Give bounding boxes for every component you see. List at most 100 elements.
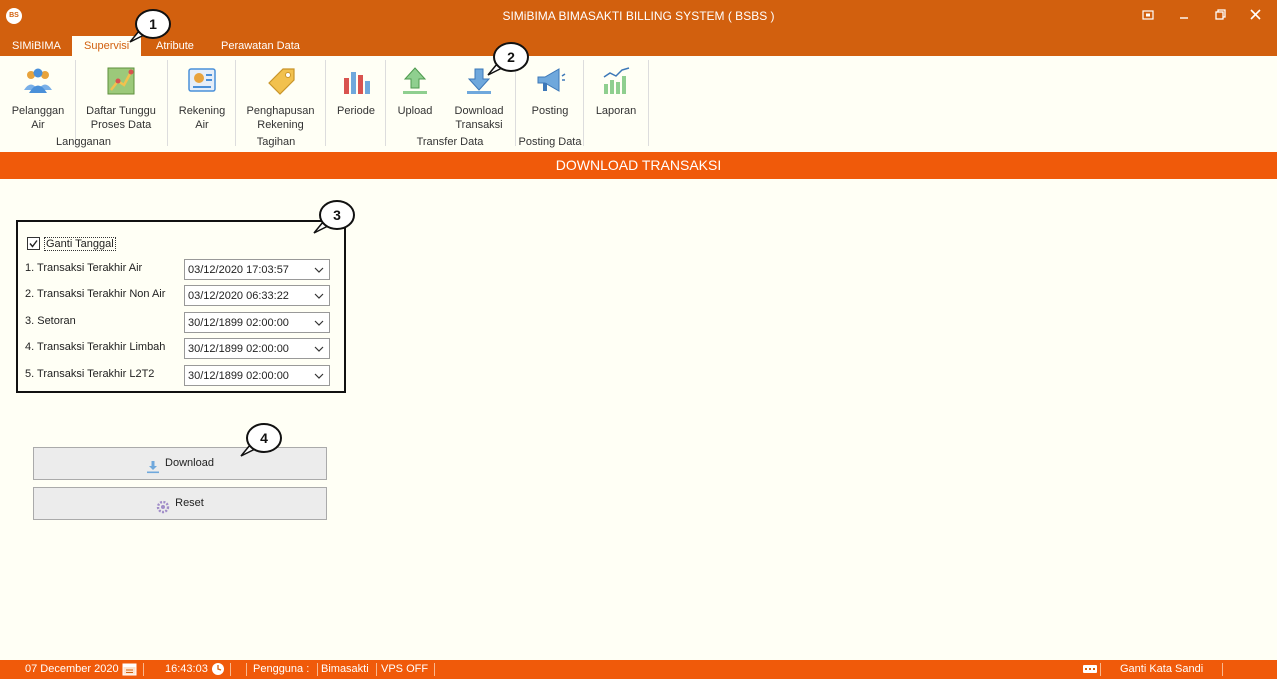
ribbon-periode-button[interactable]: Periode	[333, 64, 379, 118]
form-row-label: 1. Transaksi Terakhir Air	[25, 262, 143, 274]
form-row-label: 4. Transaksi Terakhir Limbah	[25, 341, 166, 353]
ribbon-upload-button[interactable]: Upload	[393, 64, 437, 118]
minimize-button[interactable]	[1173, 6, 1195, 26]
change-password-link[interactable]: Ganti Kata Sandi	[1120, 663, 1203, 675]
chevron-down-icon[interactable]	[312, 288, 326, 303]
calendar-icon	[122, 662, 137, 679]
callout-number: 2	[507, 49, 515, 65]
close-button[interactable]	[1244, 6, 1266, 26]
form-row: 4. Transaksi Terakhir Limbah 30/12/1899 …	[25, 338, 345, 360]
ribbon-penghapusan-rekening-button[interactable]: Penghapusan Rekening	[243, 64, 318, 132]
chevron-down-icon[interactable]	[312, 341, 326, 356]
keyboard-icon[interactable]	[1082, 663, 1098, 678]
ribbon-separator	[648, 60, 649, 146]
ribbon-separator	[75, 60, 76, 146]
ribbon-pelanggan-air-button[interactable]: Pelanggan Air	[6, 64, 70, 132]
tab-simibima[interactable]: SIMiBIMA	[0, 36, 73, 56]
datetime-value: 30/12/1899 02:00:00	[188, 370, 289, 382]
download-button-label: Download	[165, 457, 214, 469]
callout-4: 4	[240, 423, 282, 457]
ribbon-upload-label: Upload	[397, 105, 433, 117]
ribbon-separator	[235, 60, 236, 146]
screenshot-icon[interactable]	[1137, 6, 1159, 26]
reset-button[interactable]: Reset	[33, 487, 327, 520]
tab-perawatan-data[interactable]: Perawatan Data	[209, 36, 312, 56]
ribbon-download-transaksi-label: Download Transaksi	[454, 105, 504, 131]
bar-chart-icon	[339, 64, 373, 98]
upload-icon	[398, 64, 432, 98]
status-separator	[230, 663, 231, 676]
status-separator	[246, 663, 247, 676]
chevron-down-icon[interactable]	[312, 262, 326, 277]
chevron-down-icon[interactable]	[312, 368, 326, 383]
datetime-picker-transaksi-limbah[interactable]: 30/12/1899 02:00:00	[184, 338, 330, 359]
form-row-label: 2. Transaksi Terakhir Non Air	[25, 288, 166, 300]
ganti-tanggal-checkbox[interactable]	[27, 237, 40, 250]
ribbon-rekening-air-label: Rekening Air	[178, 105, 226, 131]
report-chart-icon	[599, 64, 633, 98]
chevron-down-icon[interactable]	[312, 315, 326, 330]
status-separator	[376, 663, 377, 676]
form-row: 1. Transaksi Terakhir Air 03/12/2020 17:…	[25, 259, 345, 281]
form-row: 2. Transaksi Terakhir Non Air 03/12/2020…	[25, 285, 345, 307]
status-vps: VPS OFF	[381, 663, 429, 675]
ribbon-laporan-label: Laporan	[595, 105, 637, 117]
group-langganan-label: Langganan	[55, 136, 112, 148]
ribbon-separator	[583, 60, 584, 146]
group-tagihan-label: Tagihan	[256, 136, 296, 148]
ribbon-posting-button[interactable]: Posting	[527, 64, 573, 118]
form-row-label: 3. Setoran	[25, 315, 76, 327]
ribbon-pelanggan-air-label: Pelanggan Air	[11, 105, 65, 131]
download-icon	[462, 64, 496, 98]
callout-number: 4	[260, 430, 268, 446]
ribbon-separator	[385, 60, 386, 146]
group-posting-data-label: Posting Data	[518, 136, 582, 148]
callout-number: 1	[149, 16, 157, 32]
ribbon-periode-label: Periode	[337, 105, 375, 117]
callout-2: 2	[487, 42, 529, 76]
datetime-value: 03/12/2020 06:33:22	[188, 290, 289, 302]
tab-supervisi[interactable]: Supervisi	[72, 36, 142, 56]
status-separator	[434, 663, 435, 676]
page-title: DOWNLOAD TRANSAKSI	[0, 152, 1277, 179]
reset-button-label: Reset	[175, 497, 204, 509]
tag-icon	[264, 64, 298, 98]
datetime-picker-setoran[interactable]: 30/12/1899 02:00:00	[184, 312, 330, 333]
date-form-panel: Ganti Tanggal 1. Transaksi Terakhir Air …	[16, 220, 346, 393]
datetime-value: 03/12/2020 17:03:57	[188, 264, 289, 276]
status-bar: 07 December 2020 16:43:03 Pengguna : Bim…	[0, 660, 1277, 679]
group-transfer-data-label: Transfer Data	[416, 136, 484, 148]
status-user-label: Pengguna :	[253, 663, 310, 675]
status-date: 07 December 2020	[25, 663, 119, 675]
datetime-value: 30/12/1899 02:00:00	[188, 343, 289, 355]
datetime-picker-transaksi-l2t2[interactable]: 30/12/1899 02:00:00	[184, 365, 330, 386]
ribbon-laporan-button[interactable]: Laporan	[593, 64, 639, 118]
datetime-picker-transaksi-air[interactable]: 03/12/2020 17:03:57	[184, 259, 330, 280]
status-separator	[143, 663, 144, 676]
callout-1: 1	[129, 9, 171, 43]
status-user: Bimasakti	[321, 663, 369, 675]
callout-3: 3	[313, 200, 355, 234]
ribbon-rekening-air-button[interactable]: Rekening Air	[175, 64, 229, 132]
map-icon	[104, 64, 138, 98]
form-row: 5. Transaksi Terakhir L2T2 30/12/1899 02…	[25, 365, 345, 387]
clock-icon	[211, 662, 225, 679]
status-separator	[317, 663, 318, 676]
restore-button[interactable]	[1209, 6, 1231, 26]
ribbon-daftar-tunggu-label: Daftar Tunggu Proses Data	[86, 105, 156, 131]
ribbon-daftar-tunggu-button[interactable]: Daftar Tunggu Proses Data	[82, 64, 160, 132]
window-title: SIMiBIMA BIMASAKTI BILLING SYSTEM ( BSBS…	[502, 9, 775, 23]
menu-tabs: SIMiBIMA Supervisi Atribute Perawatan Da…	[0, 32, 1277, 56]
status-separator	[1222, 663, 1223, 676]
callout-number: 3	[333, 207, 341, 223]
status-separator	[1100, 663, 1101, 676]
megaphone-icon	[533, 64, 567, 98]
ribbon-separator	[325, 60, 326, 146]
download-icon	[146, 456, 160, 474]
ribbon-posting-label: Posting	[531, 105, 569, 117]
gear-icon	[156, 496, 170, 514]
users-icon	[21, 64, 55, 98]
bill-icon	[185, 64, 219, 98]
datetime-picker-transaksi-non-air[interactable]: 03/12/2020 06:33:22	[184, 285, 330, 306]
ribbon: Pelanggan Air Daftar Tunggu Proses Data …	[0, 56, 1277, 152]
